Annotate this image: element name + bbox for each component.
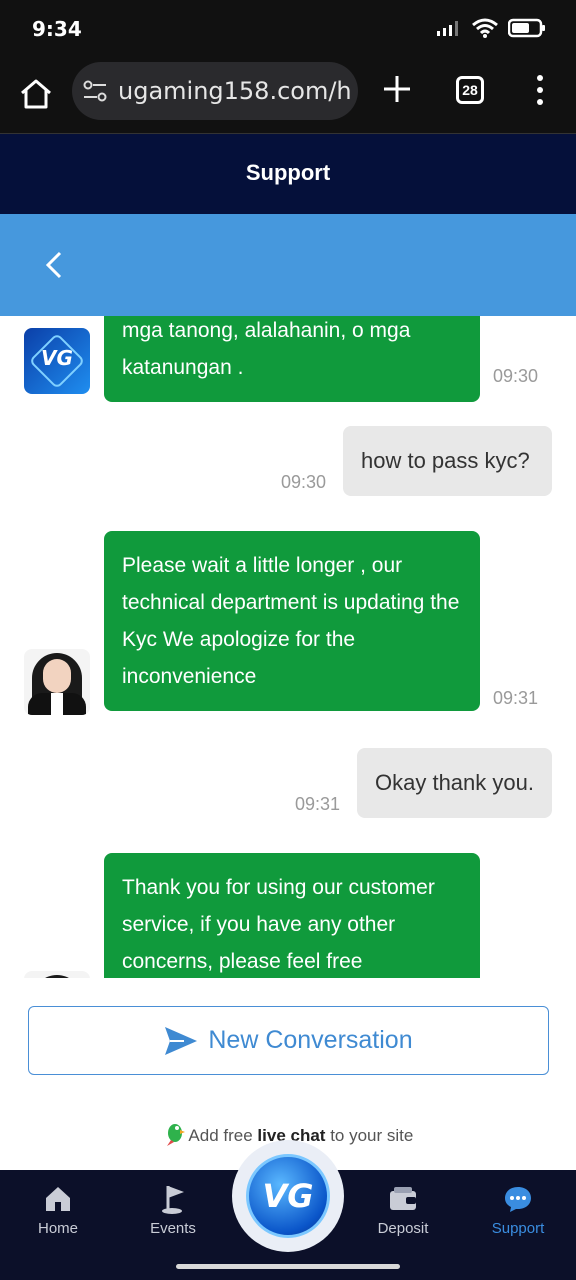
nav-label: Support: [491, 1220, 545, 1237]
page-title: Support: [0, 134, 576, 214]
message-bubble-agent: Please wait a little longer , our techni…: [104, 531, 480, 711]
url-text: ugaming158.com/h5/#: [118, 77, 352, 105]
golf-flag-icon: [162, 1186, 184, 1214]
message-bubble-agent: Thank you for using our customer service…: [104, 853, 480, 978]
message-bubble-user: how to pass kyc?: [343, 426, 552, 496]
message-time: 09:31: [493, 688, 539, 708]
new-tab-icon[interactable]: [380, 72, 414, 106]
browser-toolbar: ugaming158.com/h5/# 28: [0, 58, 576, 134]
tab-switcher-button[interactable]: 28: [456, 76, 484, 104]
wifi-icon: [472, 18, 498, 38]
chat-widget: VG mga tanong, alalahanin, o mga katanun…: [0, 214, 576, 1170]
new-conversation-label: New Conversation: [208, 1026, 413, 1054]
status-icons: [436, 18, 546, 38]
more-menu-icon[interactable]: [530, 72, 550, 108]
nav-item-support[interactable]: Support: [468, 1184, 568, 1237]
message-time: 09:30: [281, 472, 327, 492]
chat-bubble-icon: [505, 1187, 531, 1212]
powered-suffix: to your site: [330, 1126, 414, 1145]
battery-icon: [508, 18, 545, 38]
send-icon: [165, 1026, 198, 1055]
powered-prefix: Add free: [188, 1126, 253, 1145]
message-bubble-bot: mga tanong, alalahanin, o mga katanungan…: [104, 316, 480, 402]
nav-label: Home: [37, 1220, 78, 1237]
agent-avatar: [24, 971, 90, 978]
message-time: 09:30: [493, 366, 539, 386]
nav-label: Events: [150, 1220, 196, 1237]
new-conversation-button[interactable]: New Conversation: [28, 1006, 549, 1075]
status-time: 9:34: [32, 17, 82, 41]
home-icon: [46, 1187, 70, 1211]
chat-topbar: [0, 214, 576, 316]
address-bar[interactable]: ugaming158.com/h5/#: [72, 62, 358, 120]
nav-item-home[interactable]: Home: [8, 1184, 108, 1237]
nav-label: Deposit: [377, 1220, 429, 1237]
agent-avatar: [24, 649, 90, 715]
bot-avatar: VG: [24, 328, 90, 394]
vg-logo: VG: [246, 1154, 330, 1238]
nav-item-events[interactable]: Events: [123, 1184, 223, 1237]
back-arrow-icon[interactable]: [40, 250, 68, 280]
status-bar: 9:34: [0, 0, 576, 58]
message-time: 09:31: [295, 794, 341, 814]
center-logo-button[interactable]: VG: [232, 1140, 344, 1252]
message-bubble-user: Okay thank you.: [357, 748, 552, 818]
signal-icon: [437, 21, 458, 36]
site-settings-icon[interactable]: [82, 78, 108, 104]
home-icon[interactable]: [18, 76, 54, 112]
wallet-icon: [390, 1187, 416, 1210]
parrot-icon: [166, 1124, 185, 1146]
message-list[interactable]: VG mga tanong, alalahanin, o mga katanun…: [0, 316, 576, 978]
nav-item-deposit[interactable]: Deposit: [353, 1184, 453, 1237]
home-indicator[interactable]: [176, 1264, 400, 1269]
